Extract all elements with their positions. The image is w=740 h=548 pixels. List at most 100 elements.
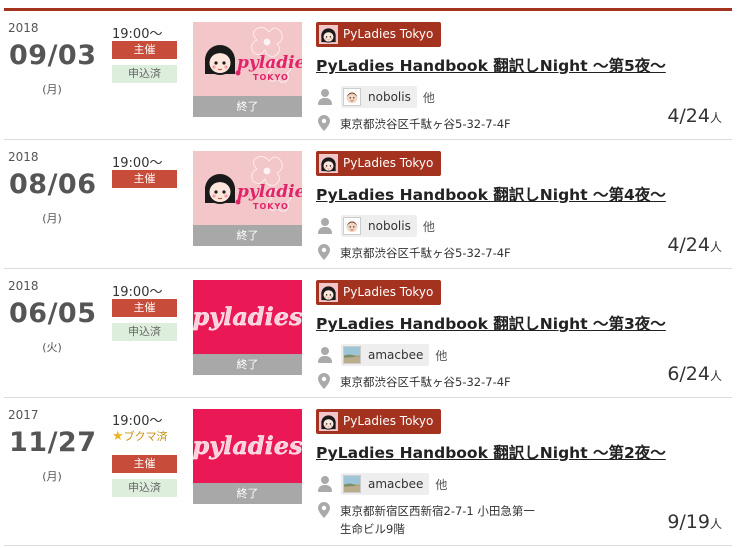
event-location: 東京都渋谷区千駄ヶ谷5-32-7-4F — [318, 373, 511, 391]
star-icon: ★ — [112, 429, 124, 444]
event-row[interactable]: 2018 08/06 (月) 19:00〜主催 pyladies TOKYO 終了 — [4, 140, 732, 269]
event-location: 東京都渋谷区千駄ヶ谷5-32-7-4F — [318, 244, 511, 262]
event-status: 終了 — [193, 483, 302, 504]
event-title-link[interactable]: PyLadies Handbook 翻訳しNight 〜第5夜〜 — [316, 54, 666, 76]
applied-badge: 申込済 — [112, 65, 177, 83]
person-icon — [318, 89, 332, 105]
person-icon — [318, 218, 332, 234]
group-tag[interactable]: PyLadies Tokyo — [316, 22, 442, 47]
event-year: 2018 — [8, 21, 39, 35]
host-badge: 主催 — [112, 299, 177, 317]
person-icon — [318, 347, 332, 363]
event-time: 19:00〜 — [112, 156, 163, 171]
member-avatar — [343, 475, 361, 493]
logo-tokyo-text: TOKYO — [253, 73, 289, 82]
event-thumbnail[interactable]: pyladies TOKYO — [193, 22, 302, 96]
member-chip[interactable]: nobolis — [341, 86, 417, 108]
host-badge: 主催 — [112, 41, 177, 59]
group-name: PyLadies Tokyo — [343, 27, 434, 41]
person-icon — [318, 476, 332, 492]
logo-pyladies-text: pyladies — [193, 431, 302, 460]
event-row[interactable]: 2018 09/03 (月) 19:00〜主催申込済 pyladies TOKYO 終… — [4, 11, 732, 140]
others-label: 他 — [435, 348, 448, 363]
participant-count: 6/24人 — [667, 363, 722, 385]
event-title-link[interactable]: PyLadies Handbook 翻訳しNight 〜第3夜〜 — [316, 312, 666, 334]
location-text: 東京都新宿区西新宿2-7-1 小田急第一 生命ビル9階 — [340, 502, 535, 538]
location-line: 東京都渋谷区千駄ヶ谷5-32-7-4F — [340, 375, 511, 389]
group-avatar — [319, 154, 338, 173]
applied-badge: 申込済 — [112, 323, 177, 341]
participant-count: 4/24人 — [667, 234, 722, 256]
event-time: 19:00〜 — [112, 414, 163, 429]
group-tag[interactable]: PyLadies Tokyo — [316, 280, 442, 305]
event-row[interactable]: 2018 06/05 (火) 19:00〜 主催申込済 pyladies 終了 PyLadi… — [4, 269, 732, 398]
location-line: 東京都渋谷区千駄ヶ谷5-32-7-4F — [340, 117, 511, 131]
event-members: amacbee 他 — [318, 473, 447, 495]
event-members: amacbee 他 — [318, 344, 447, 366]
member-avatar — [343, 217, 361, 235]
event-location: 東京都新宿区西新宿2-7-1 小田急第一 生命ビル9階 — [318, 502, 535, 538]
event-status: 終了 — [193, 225, 302, 246]
event-date: 11/27 — [9, 427, 97, 458]
member-avatar — [343, 88, 361, 106]
group-tag[interactable]: PyLadies Tokyo — [316, 409, 442, 434]
others-label: 他 — [422, 90, 435, 105]
event-date: 06/05 — [9, 298, 97, 329]
location-line: 生命ビル9階 — [340, 522, 405, 536]
member-name: amacbee — [368, 348, 424, 362]
event-status: 終了 — [193, 354, 302, 375]
count-unit: 人 — [709, 369, 722, 383]
location-line: 東京都渋谷区千駄ヶ谷5-32-7-4F — [340, 246, 511, 260]
map-pin-icon — [318, 244, 330, 260]
logo-tokyo-text: TOKYO — [253, 202, 289, 211]
event-weekday: (火) — [42, 341, 62, 354]
event-thumbnail[interactable]: pyladies TOKYO — [193, 151, 302, 225]
event-time: 19:00〜 — [112, 285, 163, 300]
participant-count: 4/24人 — [667, 105, 722, 127]
event-date: 08/06 — [9, 169, 97, 200]
group-name: PyLadies Tokyo — [343, 285, 434, 299]
event-year: 2018 — [8, 150, 39, 164]
thumbnail-logo: pyladies — [193, 302, 302, 331]
thumbnail-logo: pyladies TOKYO — [205, 27, 302, 83]
location-text: 東京都渋谷区千駄ヶ谷5-32-7-4F — [340, 115, 511, 133]
others-label: 他 — [422, 219, 435, 234]
location-text: 東京都渋谷区千駄ヶ谷5-32-7-4F — [340, 244, 511, 262]
group-tag[interactable]: PyLadies Tokyo — [316, 151, 442, 176]
event-title-link[interactable]: PyLadies Handbook 翻訳しNight 〜第2夜〜 — [316, 441, 666, 463]
event-year: 2017 — [8, 408, 39, 422]
member-name: amacbee — [368, 477, 424, 491]
member-chip[interactable]: nobolis — [341, 215, 417, 237]
member-name: nobolis — [368, 219, 411, 233]
event-status: 終了 — [193, 96, 302, 117]
event-thumbnail[interactable]: pyladies — [193, 280, 302, 354]
bookmark-label: ブクマ済 — [123, 430, 168, 443]
count-value: 9/19 — [667, 511, 710, 533]
event-time: 19:00〜 — [112, 27, 163, 42]
count-unit: 人 — [709, 240, 722, 254]
event-thumbnail[interactable]: pyladies — [193, 409, 302, 483]
event-row[interactable]: 2017 11/27 (月) 19:00〜 ★ブクマ済 主催 申込済 pyladies 終了 P… — [4, 398, 732, 546]
group-name: PyLadies Tokyo — [343, 156, 434, 170]
logo-pyladies-text: pyladies — [193, 302, 302, 331]
others-label: 他 — [435, 477, 448, 492]
event-weekday: (月) — [42, 212, 62, 225]
logo-pyladies-text: pyladies — [237, 182, 302, 202]
host-badge: 主催 — [112, 170, 177, 188]
thumbnail-logo: pyladies TOKYO — [205, 156, 302, 212]
count-unit: 人 — [709, 517, 722, 531]
event-title-link[interactable]: PyLadies Handbook 翻訳しNight 〜第4夜〜 — [316, 183, 666, 205]
count-unit: 人 — [709, 111, 722, 125]
count-value: 4/24 — [667, 234, 710, 256]
map-pin-icon — [318, 373, 330, 389]
member-chip[interactable]: amacbee — [341, 473, 430, 495]
event-year: 2018 — [8, 279, 39, 293]
event-weekday: (月) — [42, 83, 62, 96]
map-pin-icon — [318, 502, 330, 518]
bookmark-status[interactable]: ★ブクマ済 — [112, 428, 168, 444]
participant-count: 9/19人 — [667, 511, 722, 533]
member-chip[interactable]: amacbee — [341, 344, 430, 366]
event-members: nobolis 他 — [318, 86, 435, 108]
group-avatar — [319, 412, 338, 431]
group-avatar — [319, 283, 338, 302]
